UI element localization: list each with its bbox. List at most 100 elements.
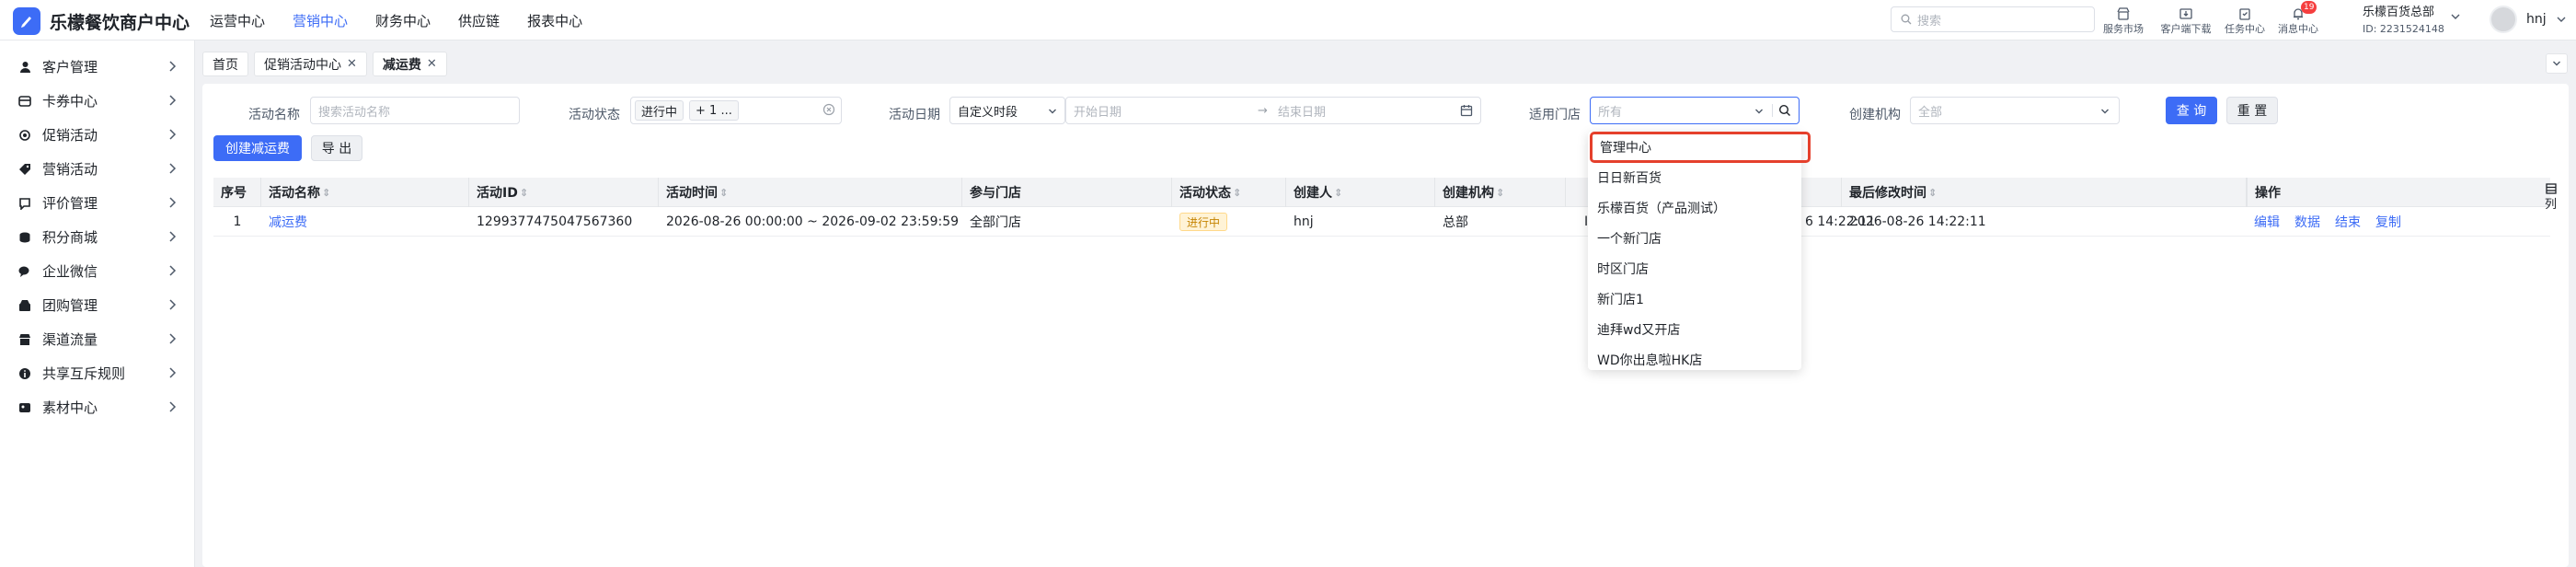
tabs-more-button[interactable]	[2546, 53, 2568, 74]
column-settings-button[interactable]: 列	[2545, 183, 2557, 212]
chevron-down-icon	[2101, 109, 2109, 114]
cell-operations: 编辑 数据 结束 复制	[2247, 207, 2401, 237]
col-modified-time[interactable]: 最后修改时间 ⇕	[1842, 178, 2247, 207]
store-option[interactable]: WD你出息啦HK店	[1588, 344, 1801, 375]
sidebar-item-reviews[interactable]: 评价管理	[0, 186, 195, 220]
reset-button[interactable]: 重 置	[2226, 97, 2278, 124]
app-logo[interactable]: 乐檬餐饮商户中心	[13, 7, 190, 35]
sidebar-item-coupons[interactable]: 卡券中心	[0, 84, 195, 118]
store-option[interactable]: 一个新门店	[1588, 223, 1801, 253]
sidebar-item-label: 团购管理	[42, 297, 98, 314]
sidebar-item-label: 评价管理	[42, 195, 98, 212]
chevron-down-icon[interactable]	[2450, 11, 2461, 22]
chevron-down-icon	[2553, 61, 2560, 66]
start-date-placeholder: 开始日期	[1074, 105, 1122, 120]
tag-icon	[18, 163, 31, 176]
tool-service-market[interactable]: 服务市场	[2095, 3, 2152, 36]
data-link[interactable]: 数据	[2294, 213, 2320, 231]
tab-shipping-discount[interactable]: 减运费 ✕	[372, 52, 447, 76]
store-option[interactable]: 管理中心	[1590, 132, 1811, 163]
task-icon	[2237, 3, 2252, 21]
chevron-right-icon	[169, 265, 177, 276]
col-stores: 参与门店	[962, 178, 1172, 207]
top-nav-finance[interactable]: 财务中心	[375, 11, 431, 30]
tool-message-center[interactable]: 19 消息中心	[2270, 1, 2327, 36]
col-status[interactable]: 活动状态 ⇕	[1172, 178, 1286, 207]
top-nav-supply-chain[interactable]: 供应链	[458, 11, 500, 30]
store-select[interactable]: 所有	[1590, 97, 1800, 124]
edit-link[interactable]: 编辑	[2254, 213, 2280, 231]
col-name[interactable]: 活动名称 ⇕	[261, 178, 469, 207]
comment-icon	[18, 197, 31, 210]
export-button[interactable]: 导 出	[311, 135, 362, 161]
sidebar-item-points-mall[interactable]: 积分商城	[0, 220, 195, 254]
create-shipping-discount-button[interactable]: 创建减运费	[213, 135, 302, 161]
sidebar-item-marketing[interactable]: 营销活动	[0, 152, 195, 186]
sidebar-item-wecom[interactable]: 企业微信	[0, 254, 195, 288]
tool-task-center[interactable]: 任务中心	[2216, 3, 2273, 36]
query-button[interactable]: 查 询	[2166, 97, 2217, 124]
cell-creator: hnj	[1294, 214, 1314, 229]
cell-activity-id: 1299377475047567360	[477, 214, 633, 229]
store-option-label: WD你出息啦HK店	[1597, 353, 1703, 368]
store-option[interactable]: 日日新百货	[1588, 162, 1801, 192]
app-title: 乐檬餐饮商户中心	[50, 12, 190, 33]
chevron-right-icon	[169, 231, 177, 242]
search-icon[interactable]	[1778, 104, 1791, 117]
logo-icon	[13, 7, 40, 35]
user-menu[interactable]: hnj	[2490, 6, 2567, 33]
close-icon[interactable]: ✕	[427, 57, 437, 71]
activity-status-select[interactable]: 进行中 + 1 ...	[630, 97, 842, 124]
date-range-separator: →	[1258, 103, 1268, 118]
sidebar-item-customers[interactable]: 客户管理	[0, 50, 195, 84]
filter-name-label: 活动名称	[248, 108, 300, 122]
col-id[interactable]: 活动ID ⇕	[469, 178, 659, 207]
col-index: 序号	[213, 178, 261, 207]
tab-promotion-center[interactable]: 促销活动中心 ✕	[254, 52, 367, 76]
org-select[interactable]: 全部	[1910, 97, 2120, 124]
col-time[interactable]: 活动时间 ⇕	[659, 178, 962, 207]
store-option-label: 迪拜wd又开店	[1597, 322, 1681, 338]
clear-icon[interactable]	[822, 103, 835, 120]
chevron-right-icon	[169, 163, 177, 174]
sidebar-item-channel-traffic[interactable]: 渠道流量	[0, 322, 195, 356]
top-nav-operations[interactable]: 运营中心	[210, 11, 265, 30]
store-option[interactable]: 迪拜wd又开店	[1588, 314, 1801, 344]
close-icon[interactable]: ✕	[347, 57, 357, 71]
activity-name-input[interactable]: 搜索活动名称	[310, 97, 520, 124]
filter-date-label: 活动日期	[889, 108, 940, 122]
tool-client-download[interactable]: 客户端下载	[2157, 3, 2214, 36]
sidebar-item-label: 素材中心	[42, 399, 98, 416]
sidebar-item-exclusion-rules[interactable]: 共享互斥规则	[0, 356, 195, 390]
top-nav-marketing[interactable]: 营销中心	[293, 11, 348, 30]
sidebar-item-promotions[interactable]: 促销活动	[0, 118, 195, 152]
global-search-input[interactable]: 搜索	[1891, 6, 2095, 32]
status-tag-more: + 1 ...	[689, 100, 739, 121]
status-badge: 进行中	[1179, 213, 1228, 231]
store-option[interactable]: 新门店1	[1588, 284, 1801, 314]
top-bar: 乐檬餐饮商户中心 运营中心 营销中心 财务中心 供应链 报表中心 搜索 服务市场…	[0, 0, 2576, 40]
user-icon	[18, 61, 31, 74]
copy-link[interactable]: 复制	[2375, 213, 2401, 231]
column-title: 活动时间	[666, 186, 718, 201]
message-count-badge: 19	[2301, 1, 2317, 14]
cell-stores: 全部门店	[970, 215, 1021, 230]
account-switcher[interactable]: 乐檬百货总部 ID: 2231524148	[2363, 2, 2444, 35]
date-range-picker[interactable]: 开始日期 → 结束日期	[1065, 97, 1481, 124]
tab-home[interactable]: 首页	[202, 52, 248, 76]
chevron-right-icon	[169, 299, 177, 310]
tab-label: 促销活动中心	[264, 57, 341, 73]
col-creator[interactable]: 创建人 ⇕	[1286, 178, 1435, 207]
col-org[interactable]: 创建机构 ⇕	[1435, 178, 1566, 207]
sidebar-item-materials[interactable]: 素材中心	[0, 390, 195, 424]
store-option[interactable]: 时区门店	[1588, 253, 1801, 284]
date-mode-select[interactable]: 自定义时段	[949, 97, 1065, 124]
sidebar-item-label: 营销活动	[42, 161, 98, 178]
store-option[interactable]: 乐檬百货（产品测试）	[1588, 192, 1801, 223]
end-link[interactable]: 结束	[2335, 213, 2361, 231]
calendar-icon	[1460, 105, 1473, 117]
sidebar-item-group-buy[interactable]: 团购管理	[0, 288, 195, 322]
top-nav-reports[interactable]: 报表中心	[527, 11, 582, 30]
cell-activity-name-link[interactable]: 减运费	[261, 207, 307, 237]
shop-icon	[2116, 3, 2131, 21]
